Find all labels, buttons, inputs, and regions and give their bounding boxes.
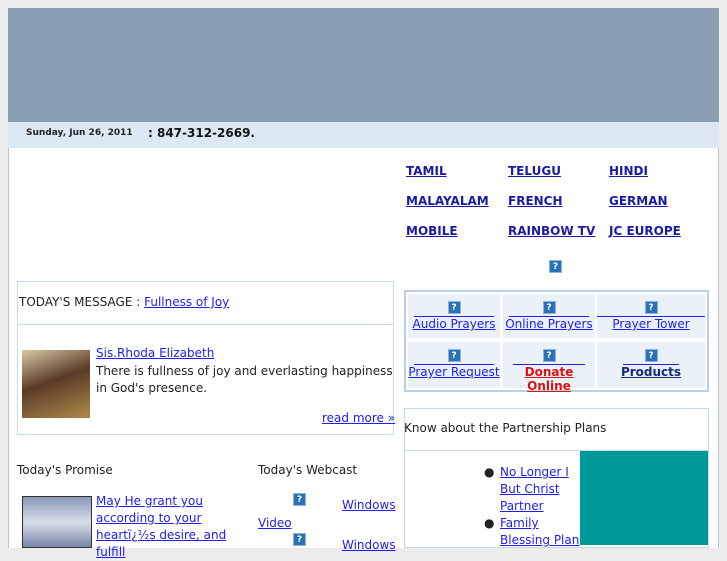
plan-link[interactable]: No Longer I But Christ Partner: [500, 465, 569, 513]
products-cell[interactable]: ? Products: [597, 342, 705, 388]
image-placeholder-icon: ?: [549, 260, 562, 273]
windows-link-2[interactable]: Windows: [342, 538, 396, 552]
lang-french[interactable]: FRENCH: [508, 194, 563, 208]
prayer-request-cell[interactable]: ? Prayer Request: [408, 342, 500, 388]
lang-hindi[interactable]: HINDI: [609, 164, 648, 178]
donate-online-cell[interactable]: ? Donate Online: [503, 342, 595, 393]
phone-number: : 847-312-2669.: [148, 126, 255, 140]
list-item: ● Family Blessing Plan: [484, 515, 580, 549]
divider: [17, 324, 394, 325]
products-icon: ?: [644, 349, 658, 362]
lang-telugu[interactable]: TELUGU: [508, 164, 561, 178]
donate-online-icon: ?: [542, 349, 556, 362]
lang-jc-europe[interactable]: JC EUROPE: [609, 224, 681, 238]
header-banner: [8, 8, 719, 122]
lang-german[interactable]: GERMAN: [609, 194, 668, 208]
webcast-title: Today's Webcast: [258, 463, 358, 477]
products-link[interactable]: Products: [621, 365, 681, 379]
audio-prayers-cell[interactable]: ? Audio Prayers: [408, 294, 500, 338]
list-item: ● No Longer I But Christ Partner: [484, 464, 580, 515]
video-link[interactable]: Video: [258, 516, 292, 530]
prayer-tower-cell[interactable]: ? Prayer Tower: [597, 294, 705, 338]
promise-link[interactable]: May He grant you according to your heart…: [96, 493, 256, 561]
author-photo[interactable]: [22, 350, 90, 418]
partnership-title: Know about the Partnership Plans: [404, 421, 607, 435]
promise-title: Today's Promise: [17, 463, 113, 477]
message-label: TODAY'S MESSAGE :: [19, 295, 145, 309]
online-prayers-link[interactable]: Online Prayers: [505, 317, 593, 331]
donate-online-link[interactable]: Donate Online: [525, 365, 574, 393]
bullet: ●: [484, 465, 495, 479]
online-prayers-icon: ?: [542, 301, 556, 314]
audio-prayers-icon: ?: [447, 301, 461, 314]
lang-rainbow-tv[interactable]: RAINBOW TV: [508, 224, 595, 238]
lang-mobile[interactable]: MOBILE: [406, 224, 458, 238]
author-link[interactable]: Sis.Rhoda Elizabeth: [96, 346, 214, 360]
partnership-list: ● No Longer I But Christ Partner ● Family …: [484, 464, 580, 549]
prayer-tower-icon: ?: [644, 301, 658, 314]
windows-link[interactable]: Windows: [342, 498, 396, 512]
bullet: ●: [484, 516, 495, 530]
promise-image: [22, 496, 92, 548]
current-date: Sunday, Jun 26, 2011: [26, 128, 133, 138]
todays-message-heading: TODAY'S MESSAGE : Fullness of Joy: [19, 295, 229, 309]
partnership-accent-block: [580, 451, 708, 545]
plan-link[interactable]: Family Blessing Plan: [500, 516, 579, 547]
webcast-icon: ?: [293, 533, 306, 546]
online-prayers-cell[interactable]: ? Online Prayers: [503, 294, 595, 338]
prayer-request-link[interactable]: Prayer Request: [408, 365, 499, 379]
prayer-tower-link[interactable]: Prayer Tower: [612, 317, 689, 331]
message-text: There is fullness of joy and everlasting…: [96, 364, 393, 395]
message-title-link[interactable]: Fullness of Joy: [144, 295, 229, 309]
lang-malayalam[interactable]: MALAYALAM: [406, 194, 489, 208]
read-more-link[interactable]: read more »: [322, 411, 395, 425]
webcast-icon: ?: [293, 493, 306, 506]
lang-tamil[interactable]: TAMIL: [406, 164, 447, 178]
prayer-request-icon: ?: [447, 349, 461, 362]
audio-prayers-link[interactable]: Audio Prayers: [413, 317, 496, 331]
